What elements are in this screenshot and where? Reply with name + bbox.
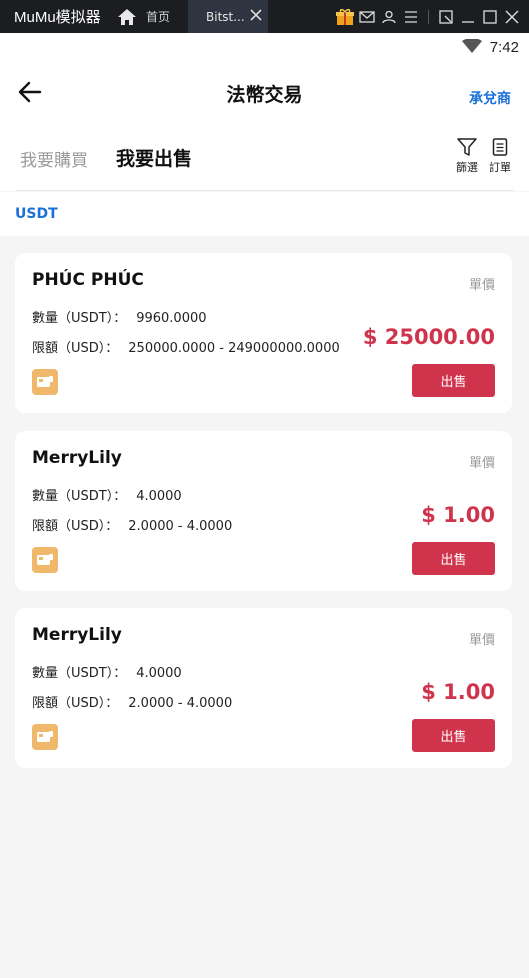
merchant-link[interactable]: 承兌商 <box>469 88 511 108</box>
status-bar: 7:42 <box>0 33 529 61</box>
orders-icon <box>492 138 508 159</box>
offer-card: MerryLily 單價 數量（USDT）： 4.0000 限額（USD）： 2.0… <box>15 431 512 591</box>
filter-button[interactable]: 篩選 <box>456 138 478 175</box>
app-header: 法幣交易 承兌商 <box>0 61 529 123</box>
quantity-value: 4.0000 <box>136 489 182 504</box>
limit-label: 限額（USD）： <box>32 341 119 356</box>
divider <box>16 190 513 191</box>
menu-icon[interactable] <box>400 0 422 33</box>
quantity-value: 9960.0000 <box>136 311 207 326</box>
close-icon[interactable] <box>250 9 262 24</box>
limit-row: 限額（USD）： 2.0000 - 4.0000 <box>32 692 232 711</box>
quantity-row: 數量（USDT）： 4.0000 <box>32 485 182 504</box>
mail-icon[interactable] <box>356 0 378 33</box>
quantity-row: 數量（USDT）： 4.0000 <box>32 662 182 681</box>
quantity-label: 數量（USDT）： <box>32 489 127 504</box>
limit-value: 250000.0000 - 249000000.0000 <box>128 341 340 356</box>
sell-button[interactable]: 出售 <box>412 364 495 397</box>
merchant-name: MerryLily <box>32 448 122 468</box>
price-value: $ 25000.00 <box>362 325 495 349</box>
tab-active-app[interactable]: Bitst... <box>188 0 268 33</box>
tab-buy[interactable]: 我要購買 <box>20 146 88 171</box>
status-time: 7:42 <box>489 38 519 56</box>
quantity-label: 數量（USDT）： <box>32 666 127 681</box>
unit-price-label: 單價 <box>468 278 495 293</box>
offer-card: PHÚC PHÚC 單價 數量（USDT）： 9960.0000 限額（USD）：… <box>15 253 512 413</box>
sell-button[interactable]: 出售 <box>412 719 495 752</box>
sell-button[interactable]: 出售 <box>412 542 495 575</box>
orders-label: 訂單 <box>489 161 511 174</box>
price-value: $ 1.00 <box>421 680 495 704</box>
limit-value: 2.0000 - 4.0000 <box>128 696 233 711</box>
limit-row: 限額（USD）： 2.0000 - 4.0000 <box>32 515 232 534</box>
minimize-icon[interactable] <box>457 0 479 33</box>
unit-price-label: 單價 <box>468 456 495 471</box>
toolbar-divider <box>428 9 429 24</box>
home-icon[interactable] <box>112 8 142 26</box>
unit-price-label: 單價 <box>468 633 495 648</box>
payment-method-icon <box>32 724 58 750</box>
coin-usdt[interactable]: USDT <box>15 206 58 222</box>
tab-home[interactable]: 首页 <box>142 8 188 25</box>
filter-icon <box>457 138 477 159</box>
tab-sell[interactable]: 我要出售 <box>116 144 192 171</box>
restore-icon[interactable] <box>435 0 457 33</box>
limit-label: 限額（USD）： <box>32 696 119 711</box>
coin-selector: USDT <box>0 192 529 236</box>
emulator-app-name: MuMu模拟器 <box>14 9 101 26</box>
price-value: $ 1.00 <box>421 503 495 527</box>
emulator-title-bar: MuMu模拟器 首页 Bitst... <box>0 0 529 33</box>
merchant-name: PHÚC PHÚC <box>32 270 144 290</box>
limit-value: 2.0000 - 4.0000 <box>128 519 233 534</box>
user-icon[interactable] <box>378 0 400 33</box>
maximize-icon[interactable] <box>479 0 501 33</box>
limit-row: 限額（USD）： 250000.0000 - 249000000.0000 <box>32 337 340 356</box>
payment-method-icon <box>32 369 58 395</box>
quantity-value: 4.0000 <box>136 666 182 681</box>
wifi-icon <box>461 37 482 57</box>
tab-active-label: Bitst... <box>206 9 245 24</box>
page-title: 法幣交易 <box>226 84 303 106</box>
merchant-name: MerryLily <box>32 625 122 645</box>
close-window-icon[interactable] <box>501 0 523 33</box>
limit-label: 限額（USD）： <box>32 519 119 534</box>
quantity-row: 數量（USDT）： 9960.0000 <box>32 307 207 326</box>
quantity-label: 數量（USDT）： <box>32 311 127 326</box>
filter-label: 篩選 <box>456 161 478 174</box>
offer-card: MerryLily 單價 數量（USDT）： 4.0000 限額（USD）： 2.0… <box>15 608 512 768</box>
gift-icon[interactable] <box>334 0 356 33</box>
payment-method-icon <box>32 547 58 573</box>
trade-tabs: 我要購買 我要出售 篩選 訂單 <box>0 123 529 191</box>
orders-button[interactable]: 訂單 <box>489 138 511 175</box>
